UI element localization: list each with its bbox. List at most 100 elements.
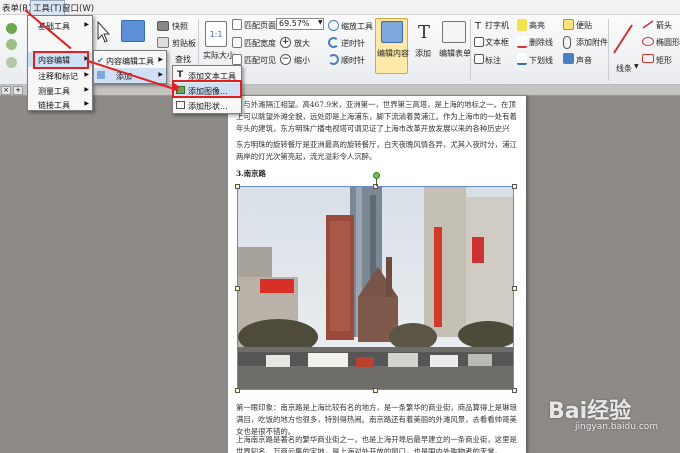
edit-content-label: 编辑内容 [377, 49, 409, 58]
back-icon[interactable] [6, 23, 17, 34]
line-icon [612, 21, 634, 55]
edit-content-icon [381, 21, 403, 43]
resize-handle-r[interactable] [512, 286, 517, 291]
underline-button[interactable]: 下划线 [529, 55, 553, 66]
select-cursor-icon[interactable] [96, 20, 111, 43]
edit-form-button[interactable]: 编辑表单 [439, 48, 471, 59]
actual-size-icon: 1:1 [205, 21, 227, 47]
add-text-icon: T [416, 20, 436, 44]
resize-handle-br[interactable] [512, 388, 517, 393]
callout-button[interactable]: 标注 [485, 55, 501, 66]
paragraph-4: 上海南京路是著名的繁华商业街之一，也是上海开埠后最早建立的一条商业街，这里是世界… [236, 435, 517, 453]
textbox-icon [474, 37, 484, 47]
menu-window[interactable]: 窗口(W) [62, 2, 94, 14]
svg-text:T: T [474, 21, 482, 30]
rotate-right-icon [328, 54, 339, 65]
strikeout-icon [517, 36, 527, 48]
zoom-in-button[interactable]: 放大 [294, 38, 310, 49]
line-button[interactable]: 线条 [616, 63, 632, 74]
menu-item-add-shape[interactable]: 添加形状... [173, 98, 241, 113]
menu-item-comment-markup[interactable]: 注释和标记 ▶ [28, 68, 92, 83]
find-button[interactable]: 查找 [175, 54, 191, 65]
arrow-button[interactable]: 箭头 [656, 20, 672, 31]
zoom-out-icon: − [280, 54, 291, 65]
menu-tools[interactable]: 工具(T) [30, 0, 65, 16]
submenu-arrow-icon: ▶ [158, 56, 163, 63]
rotate-right-button[interactable]: 顺时针 [341, 55, 365, 66]
close-tab-icon[interactable]: × [1, 86, 11, 95]
snapshot-button[interactable]: 快照 [172, 21, 188, 32]
document-tab-strip: × + [0, 85, 680, 96]
zoom-in-icon: + [280, 37, 291, 48]
sound-button[interactable]: 声音 [576, 55, 592, 66]
textbox-button[interactable]: 文本框 [485, 37, 509, 48]
separator [470, 19, 471, 81]
resize-handle-tr[interactable] [512, 184, 517, 189]
highlight-button[interactable]: 高亮 [529, 20, 545, 31]
edit-form-icon [442, 21, 466, 43]
attach-file-button[interactable]: 添加附件 [576, 37, 608, 48]
add-button[interactable]: 添加 [415, 48, 431, 59]
resize-handle-l[interactable] [235, 286, 240, 291]
zoom-tool-button[interactable]: 缩放工具 [341, 21, 373, 32]
fit-visible-icon [232, 54, 242, 65]
rectangle-button[interactable]: 矩形 [656, 55, 672, 66]
submenu-arrow-icon: ▶ [84, 100, 89, 107]
submenu-arrow-icon: ▶ [84, 86, 89, 93]
select-text-icon[interactable] [121, 20, 145, 42]
rotate-handle[interactable] [373, 172, 380, 179]
menu-item-link-tools[interactable]: 链接工具 ▶ [28, 97, 92, 112]
clipboard-button[interactable]: 剪贴板 [172, 38, 196, 49]
paragraph-2: 东方明珠的旋转餐厅是亚洲最高的旋转餐厅，白天夜晚风情各异，尤其入夜时分，浦江两岸… [236, 140, 517, 161]
separator [608, 19, 609, 81]
rectangle-icon [642, 54, 654, 63]
new-tab-icon[interactable]: + [13, 86, 23, 95]
highlight-box-content-edit [33, 51, 89, 69]
typewriter-button[interactable]: 打字机 [485, 20, 509, 31]
zoom-dropdown-icon[interactable]: ▼ [318, 19, 323, 26]
zoom-out-button[interactable]: 缩小 [294, 55, 310, 66]
submenu-arrow-icon: ▶ [84, 71, 89, 78]
text-tool-icon: T [177, 70, 184, 80]
actual-size-button[interactable]: 实际大小 [203, 50, 235, 61]
clipboard-icon [157, 37, 169, 48]
rotate-left-button[interactable]: 逆时针 [341, 38, 365, 49]
underline-icon [517, 53, 527, 65]
highlight-box-add-image [172, 80, 242, 98]
watermark-logo: Bai经验 [548, 399, 632, 424]
rotate-handle-stem [376, 179, 377, 186]
ellipse-icon [642, 37, 654, 46]
svg-text:T: T [418, 22, 430, 43]
fit-page-icon [232, 19, 242, 30]
resize-handle-b[interactable] [373, 388, 378, 393]
note-button[interactable]: 便贴 [576, 20, 592, 31]
zoom-input[interactable]: 69.57% [276, 18, 324, 30]
nanjing-road-photo[interactable] [237, 186, 514, 390]
menu-bar: 表单(R) 工具(T) 窗口(W) [0, 0, 680, 16]
watermark-url: jingyan.baidu.com [575, 422, 659, 432]
typewriter-icon: T [474, 20, 484, 32]
ellipse-button[interactable]: 椭圆形 [656, 37, 680, 48]
shape-icon [176, 101, 185, 109]
up-icon[interactable] [6, 57, 17, 68]
strikeout-button[interactable]: 删除线 [529, 37, 553, 48]
resize-handle-bl[interactable] [235, 388, 240, 393]
fit-width-button[interactable]: 匹配宽度 [244, 38, 276, 49]
submenu-arrow-icon: ▶ [158, 71, 163, 78]
arrow-icon [642, 20, 654, 29]
annotation-arrowhead-icon [172, 82, 180, 92]
menu-item-measure-tools[interactable]: 测量工具 ▶ [28, 83, 92, 98]
highlight-icon [517, 19, 527, 31]
forward-icon[interactable] [6, 39, 17, 50]
fit-visible-button[interactable]: 匹配可见 [244, 55, 276, 66]
callout-icon [474, 54, 484, 64]
submenu-arrow-icon: ▶ [84, 21, 89, 28]
fit-width-icon [232, 37, 242, 48]
paragraph-1: ，与外滩隔江相望。高467.9米，亚洲第一，世界第三高塔，是上海的地标之一。在顶… [236, 100, 517, 133]
zoom-tool-icon [328, 20, 339, 31]
section-heading: 3.南京路 [236, 169, 266, 178]
fit-page-button[interactable]: 匹配页面 [244, 20, 276, 31]
speaker-icon [563, 53, 574, 64]
line-dropdown-icon[interactable]: ▼ [634, 63, 639, 70]
resize-handle-tl[interactable] [235, 184, 240, 189]
